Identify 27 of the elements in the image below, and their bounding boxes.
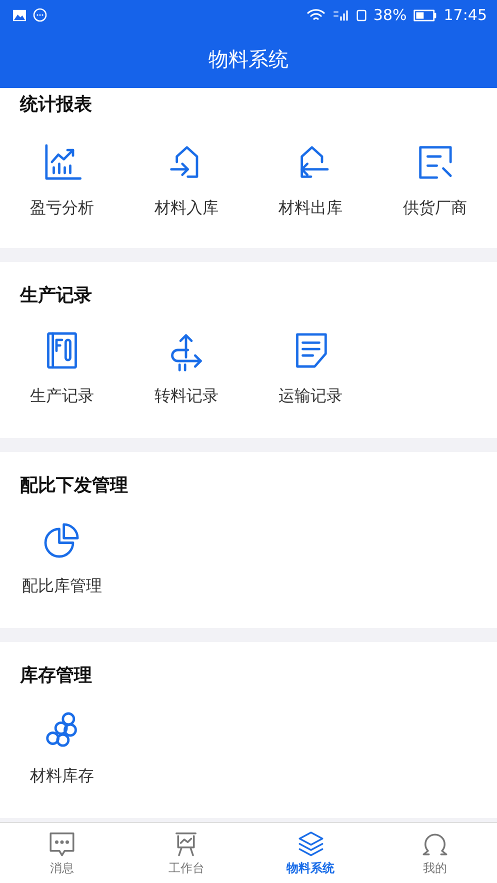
menu-item[interactable]: 运输记录 [248,328,373,407]
section-title: 生产记录 [18,284,93,308]
menu-item[interactable]: 配比库管理 [0,518,124,597]
section-title: 配比下发管理 [19,474,129,498]
wifi-icon [306,8,326,22]
layers-icon [296,829,326,857]
menu-item[interactable]: 材料入库 [124,140,248,219]
more-icon [33,8,47,22]
image-icon [12,8,27,22]
tab-item[interactable]: 工作台 [124,823,248,883]
signal-icon [332,8,350,22]
menu-item[interactable]: 生产记录 [0,328,124,407]
battery-percent: 38% [373,6,407,24]
section-title: 库存管理 [18,664,93,688]
menu-item[interactable]: 转料记录 [124,328,248,407]
tab-item[interactable]: 我的 [372,823,497,883]
tab-item[interactable]: 物料系统 [248,823,373,883]
clock-time: 17:45 [444,6,487,24]
menu-item[interactable]: 供货厂商 [372,140,497,219]
menu-item[interactable]: 盈亏分析 [0,140,124,219]
section-title: 统计报表 [18,93,93,117]
screen-title: 物料系统 [208,46,288,72]
menu-item[interactable]: 材料出库 [248,140,373,219]
sim-icon [356,8,368,22]
battery-icon [412,8,438,22]
tab-item[interactable]: 消息 [0,823,124,883]
menu-item[interactable]: 材料库存 [0,708,124,787]
